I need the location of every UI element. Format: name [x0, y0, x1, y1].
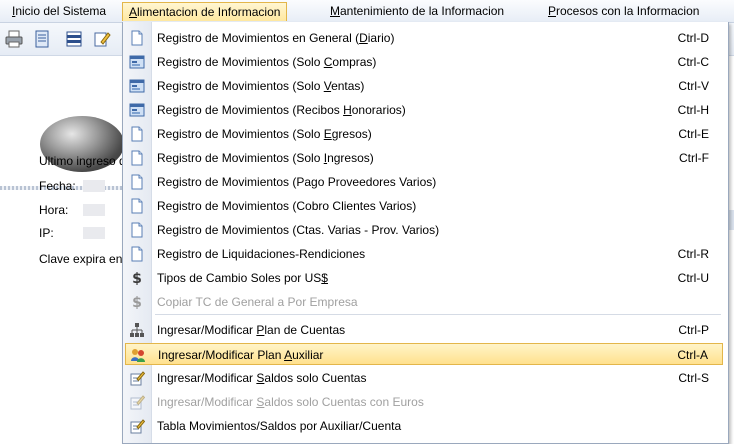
menu-item-label: Ingresar/Modificar Saldos solo Cuentas [157, 371, 367, 385]
ip-value [83, 227, 105, 239]
menu-alimentacion[interactable]: Alimentacion de Informacion [122, 2, 288, 21]
menu-item-pago-proveedores[interactable]: Registro de Movimientos (Pago Proveedore… [125, 171, 723, 193]
window-icon [129, 78, 145, 94]
menu-procesos[interactable]: Procesos con la Informacion [542, 3, 705, 19]
menu-inicio[interactable]: Inicio del Sistema [6, 3, 112, 19]
printer-icon[interactable] [4, 29, 24, 49]
menu-item-label: Registro de Movimientos (Solo Ingresos) [157, 151, 374, 165]
menu-item-label: Registro de Movimientos (Solo Egresos) [157, 127, 372, 141]
menu-item-shortcut: Ctrl-E [678, 127, 709, 141]
svg-text:$: $ [132, 271, 142, 286]
date-value [83, 180, 105, 192]
password-expires-label: Clave expira en: [39, 252, 126, 266]
document-icon [129, 174, 145, 190]
window-icon [129, 102, 145, 118]
list-icon[interactable] [64, 29, 84, 49]
document-icon[interactable] [32, 29, 52, 49]
menu-item-shortcut: Ctrl-F [679, 151, 709, 165]
hierarchy-icon [129, 322, 145, 338]
menu-item-label: Registro de Movimientos (Cobro Clientes … [157, 199, 417, 213]
login-info-panel: Ultimo ingreso de Fecha: Hora: IP: Clave… [0, 56, 133, 443]
document-icon [129, 126, 145, 142]
menu-item-label: Tipos de Cambio Soles por US$ [157, 271, 328, 285]
menu-item-saldos-euros: Ingresar/Modificar Saldos solo Cuentas c… [125, 391, 723, 413]
time-label: Hora: [39, 203, 69, 217]
menu-bar: Inicio del Sistema Alimentacion de Infor… [0, 0, 734, 23]
edit-icon[interactable] [92, 29, 112, 49]
menu-item-label: Registro de Movimientos (Pago Proveedore… [157, 175, 437, 189]
menu-item-plan-auxiliar[interactable]: Ingresar/Modificar Plan Auxiliar Ctrl-A [125, 343, 723, 365]
menu-item-solo-compras[interactable]: Registro de Movimientos (Solo Compras) Ct… [125, 51, 723, 73]
menu-item-liquidaciones[interactable]: Registro de Liquidaciones-Rendiciones Ctr… [125, 243, 723, 265]
menu-item-label: Copiar TC de General a Por Empresa [157, 295, 358, 309]
window-icon [129, 54, 145, 70]
document-icon [129, 222, 145, 238]
time-value [83, 204, 105, 216]
menu-item-label: Ingresar/Modificar Plan de Cuentas [157, 323, 346, 337]
date-label: Fecha: [39, 179, 76, 193]
menu-item-ctas-varias[interactable]: Registro de Movimientos (Ctas. Varias - … [125, 219, 723, 241]
menu-item-label: Tabla Movimientos/Saldos por Auxiliar/Cu… [157, 419, 402, 433]
document-icon [129, 30, 145, 46]
menu-item-label: Registro de Liquidaciones-Rendiciones [157, 247, 366, 261]
menu-item-label: Ingresar/Modificar Saldos solo Cuentas c… [157, 395, 424, 409]
users-icon [130, 347, 146, 363]
menu-item-label: Registro de Movimientos (Solo Ventas) [157, 79, 365, 93]
dollar-icon: $ [129, 294, 145, 311]
menu-item-shortcut: Ctrl-D [677, 31, 709, 45]
menu-item-shortcut: Ctrl-R [677, 247, 709, 261]
pencil-doc-icon [129, 370, 146, 386]
menu-item-label: Registro de Movimientos en General (Diar… [157, 31, 395, 45]
menu-item-solo-egresos[interactable]: Registro de Movimientos (Solo Egresos) Ct… [125, 123, 723, 145]
alimentacion-dropdown-menu: Registro de Movimientos en General (Diar… [122, 22, 729, 444]
document-icon [129, 198, 145, 214]
menu-item-tipos-cambio[interactable]: $ Tipos de Cambio Soles por US$ Ctrl-U [125, 267, 723, 289]
menu-mantenimiento[interactable]: Mantenimiento de la Informacion [324, 3, 510, 19]
last-login-label: Ultimo ingreso de [39, 154, 133, 168]
menu-separator [155, 314, 721, 315]
menu-item-solo-ingresos[interactable]: Registro de Movimientos (Solo Ingresos) C… [125, 147, 723, 169]
menu-item-label: Registro de Movimientos (Solo Compras) [157, 55, 377, 69]
menu-item-saldos-cuentas[interactable]: Ingresar/Modificar Saldos solo Cuentas Ct… [125, 367, 723, 389]
menu-item-shortcut: Ctrl-P [678, 323, 709, 337]
menu-item-shortcut: Ctrl-U [677, 271, 709, 285]
document-icon [129, 150, 145, 166]
menu-item-shortcut: Ctrl-C [677, 55, 709, 69]
menu-item-label: Registro de Movimientos (Recibos Honorar… [157, 103, 406, 117]
menu-item-label: Registro de Movimientos (Ctas. Varias - … [157, 223, 440, 237]
ip-label: IP: [39, 226, 54, 240]
svg-text:$: $ [132, 295, 142, 310]
menu-item-shortcut: Ctrl-V [678, 79, 709, 93]
menu-item-plan-cuentas[interactable]: Ingresar/Modificar Plan de Cuentas Ctrl-P [125, 319, 723, 341]
pencil-doc-icon [129, 394, 146, 410]
menu-item-cobro-clientes[interactable]: Registro de Movimientos (Cobro Clientes … [125, 195, 723, 217]
menu-item-solo-ventas[interactable]: Registro de Movimientos (Solo Ventas) Ctr… [125, 75, 723, 97]
menu-item-tabla-movimientos[interactable]: Tabla Movimientos/Saldos por Auxiliar/Cu… [125, 415, 723, 437]
menu-item-label: Ingresar/Modificar Plan Auxiliar [158, 348, 324, 362]
menu-item-shortcut: Ctrl-H [677, 103, 709, 117]
document-icon [129, 246, 145, 262]
pencil-doc-icon [129, 418, 146, 434]
menu-item-shortcut: Ctrl-S [678, 371, 709, 385]
menu-item-recibos-honorarios[interactable]: Registro de Movimientos (Recibos Honorar… [125, 99, 723, 121]
dollar-icon: $ [129, 270, 145, 287]
menu-item-shortcut: Ctrl-A [677, 348, 708, 362]
menu-item-general-diario[interactable]: Registro de Movimientos en General (Diar… [125, 27, 723, 49]
menu-item-copiar-tc: $ Copiar TC de General a Por Empresa [125, 291, 723, 313]
